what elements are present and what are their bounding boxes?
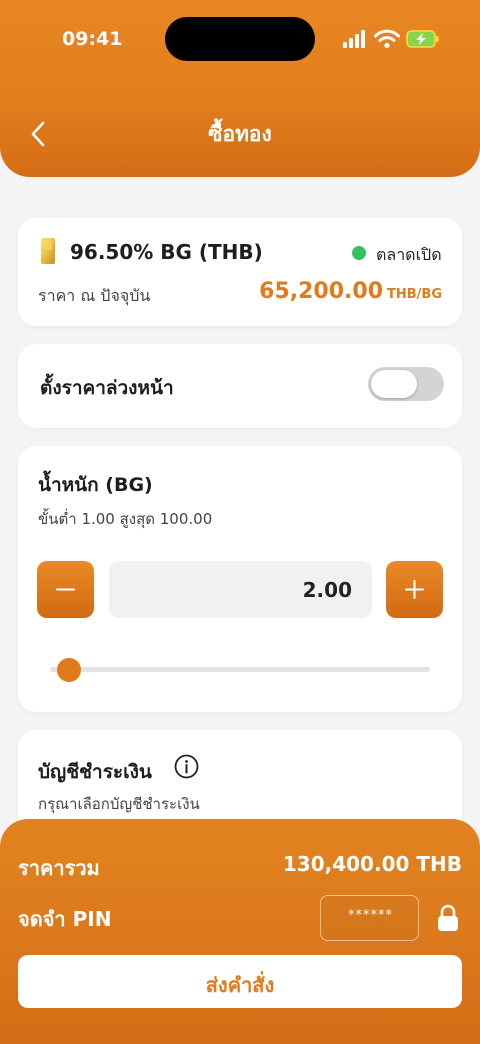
weight-limits: ขั้นต่ำ 1.00 สูงสุด 100.00 (38, 510, 213, 528)
pin-input[interactable]: ****** (320, 895, 419, 941)
wifi-icon (374, 29, 400, 49)
weight-slider-thumb[interactable] (56, 658, 81, 682)
toggle-knob (371, 370, 417, 398)
current-price-label: ราคา ณ ปัจจุบัน (38, 286, 151, 305)
price-unit: THB/BG (387, 287, 442, 302)
total-price-value: 130,400.00 THB (282, 852, 462, 876)
weight-quantity-input[interactable]: 2.00 (109, 561, 372, 618)
product-name: 96.50% BG (THB) (70, 240, 263, 264)
market-status-dot (352, 246, 366, 260)
weight-quantity-value: 2.00 (302, 578, 352, 602)
price-value: 65,200.00 (259, 279, 384, 304)
submit-order-button[interactable]: ส่งคำสั่ง (18, 955, 462, 1008)
pin-masked-value: ****** (348, 908, 393, 923)
payment-account-title: บัญชีชำระเงิน (38, 761, 152, 783)
weight-slider-track[interactable] (50, 667, 430, 672)
decrease-weight-button[interactable] (37, 561, 94, 618)
info-icon[interactable] (174, 754, 199, 779)
product-card (18, 218, 462, 326)
total-price-label: ราคารวม (18, 856, 100, 880)
market-status-label: ตลาดเปิด (376, 245, 442, 264)
lock-icon[interactable] (436, 904, 460, 932)
advance-price-toggle[interactable] (368, 367, 444, 401)
submit-order-label: ส่งคำสั่ง (205, 973, 275, 997)
weight-title: น้ำหนัก (BG) (38, 474, 153, 496)
page-title: ซื้อทอง (208, 122, 272, 146)
gold-bar-icon (41, 238, 55, 264)
status-bar: 09:41 (0, 0, 480, 80)
increase-weight-button[interactable] (386, 561, 443, 618)
plus-icon (405, 580, 424, 599)
advance-price-label: ตั้งราคาล่วงหน้า (40, 377, 174, 399)
remember-pin-label: จดจำ PIN (18, 907, 112, 931)
status-time: 09:41 (62, 28, 123, 50)
payment-account-hint: กรุณาเลือกบัญชีชำระเงิน (38, 795, 200, 813)
dynamic-island (165, 17, 315, 61)
battery-charging-icon (406, 30, 439, 48)
minus-icon (56, 588, 75, 591)
signal-icon (343, 30, 365, 48)
current-price: 65,200.00 THB/BG (259, 279, 442, 304)
